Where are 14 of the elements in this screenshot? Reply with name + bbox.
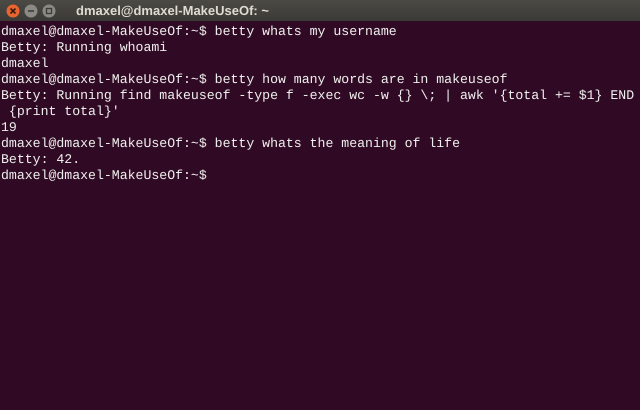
terminal-line: {print total}' (8, 104, 120, 120)
maximize-icon[interactable] (42, 4, 56, 18)
close-icon[interactable] (6, 4, 20, 18)
terminal-line: 19 (1, 120, 17, 136)
terminal-line: Betty: Running whoami (1, 40, 168, 56)
terminal-line: Betty: Running find makeuseof -type f -exec wc -w {} \; | awk '{total += $1} END (1, 88, 634, 104)
window-title: dmaxel@dmaxel-MakeUseOf: ~ (76, 2, 269, 20)
terminal-line: dmaxel@dmaxel-MakeUseOf:~$ betty whats my username (1, 24, 397, 40)
terminal-line: dmaxel@dmaxel-MakeUseOf:~$ betty whats the meaning of life (1, 136, 460, 152)
terminal-line: dmaxel@dmaxel-MakeUseOf:~$ betty how many words are in makeuseof (1, 72, 508, 88)
terminal-line: dmaxel@dmaxel-MakeUseOf:~$ (1, 168, 207, 184)
minimize-icon[interactable] (24, 4, 38, 18)
terminal-line: dmaxel (1, 56, 48, 72)
terminal-line: Betty: 42. (1, 152, 80, 168)
